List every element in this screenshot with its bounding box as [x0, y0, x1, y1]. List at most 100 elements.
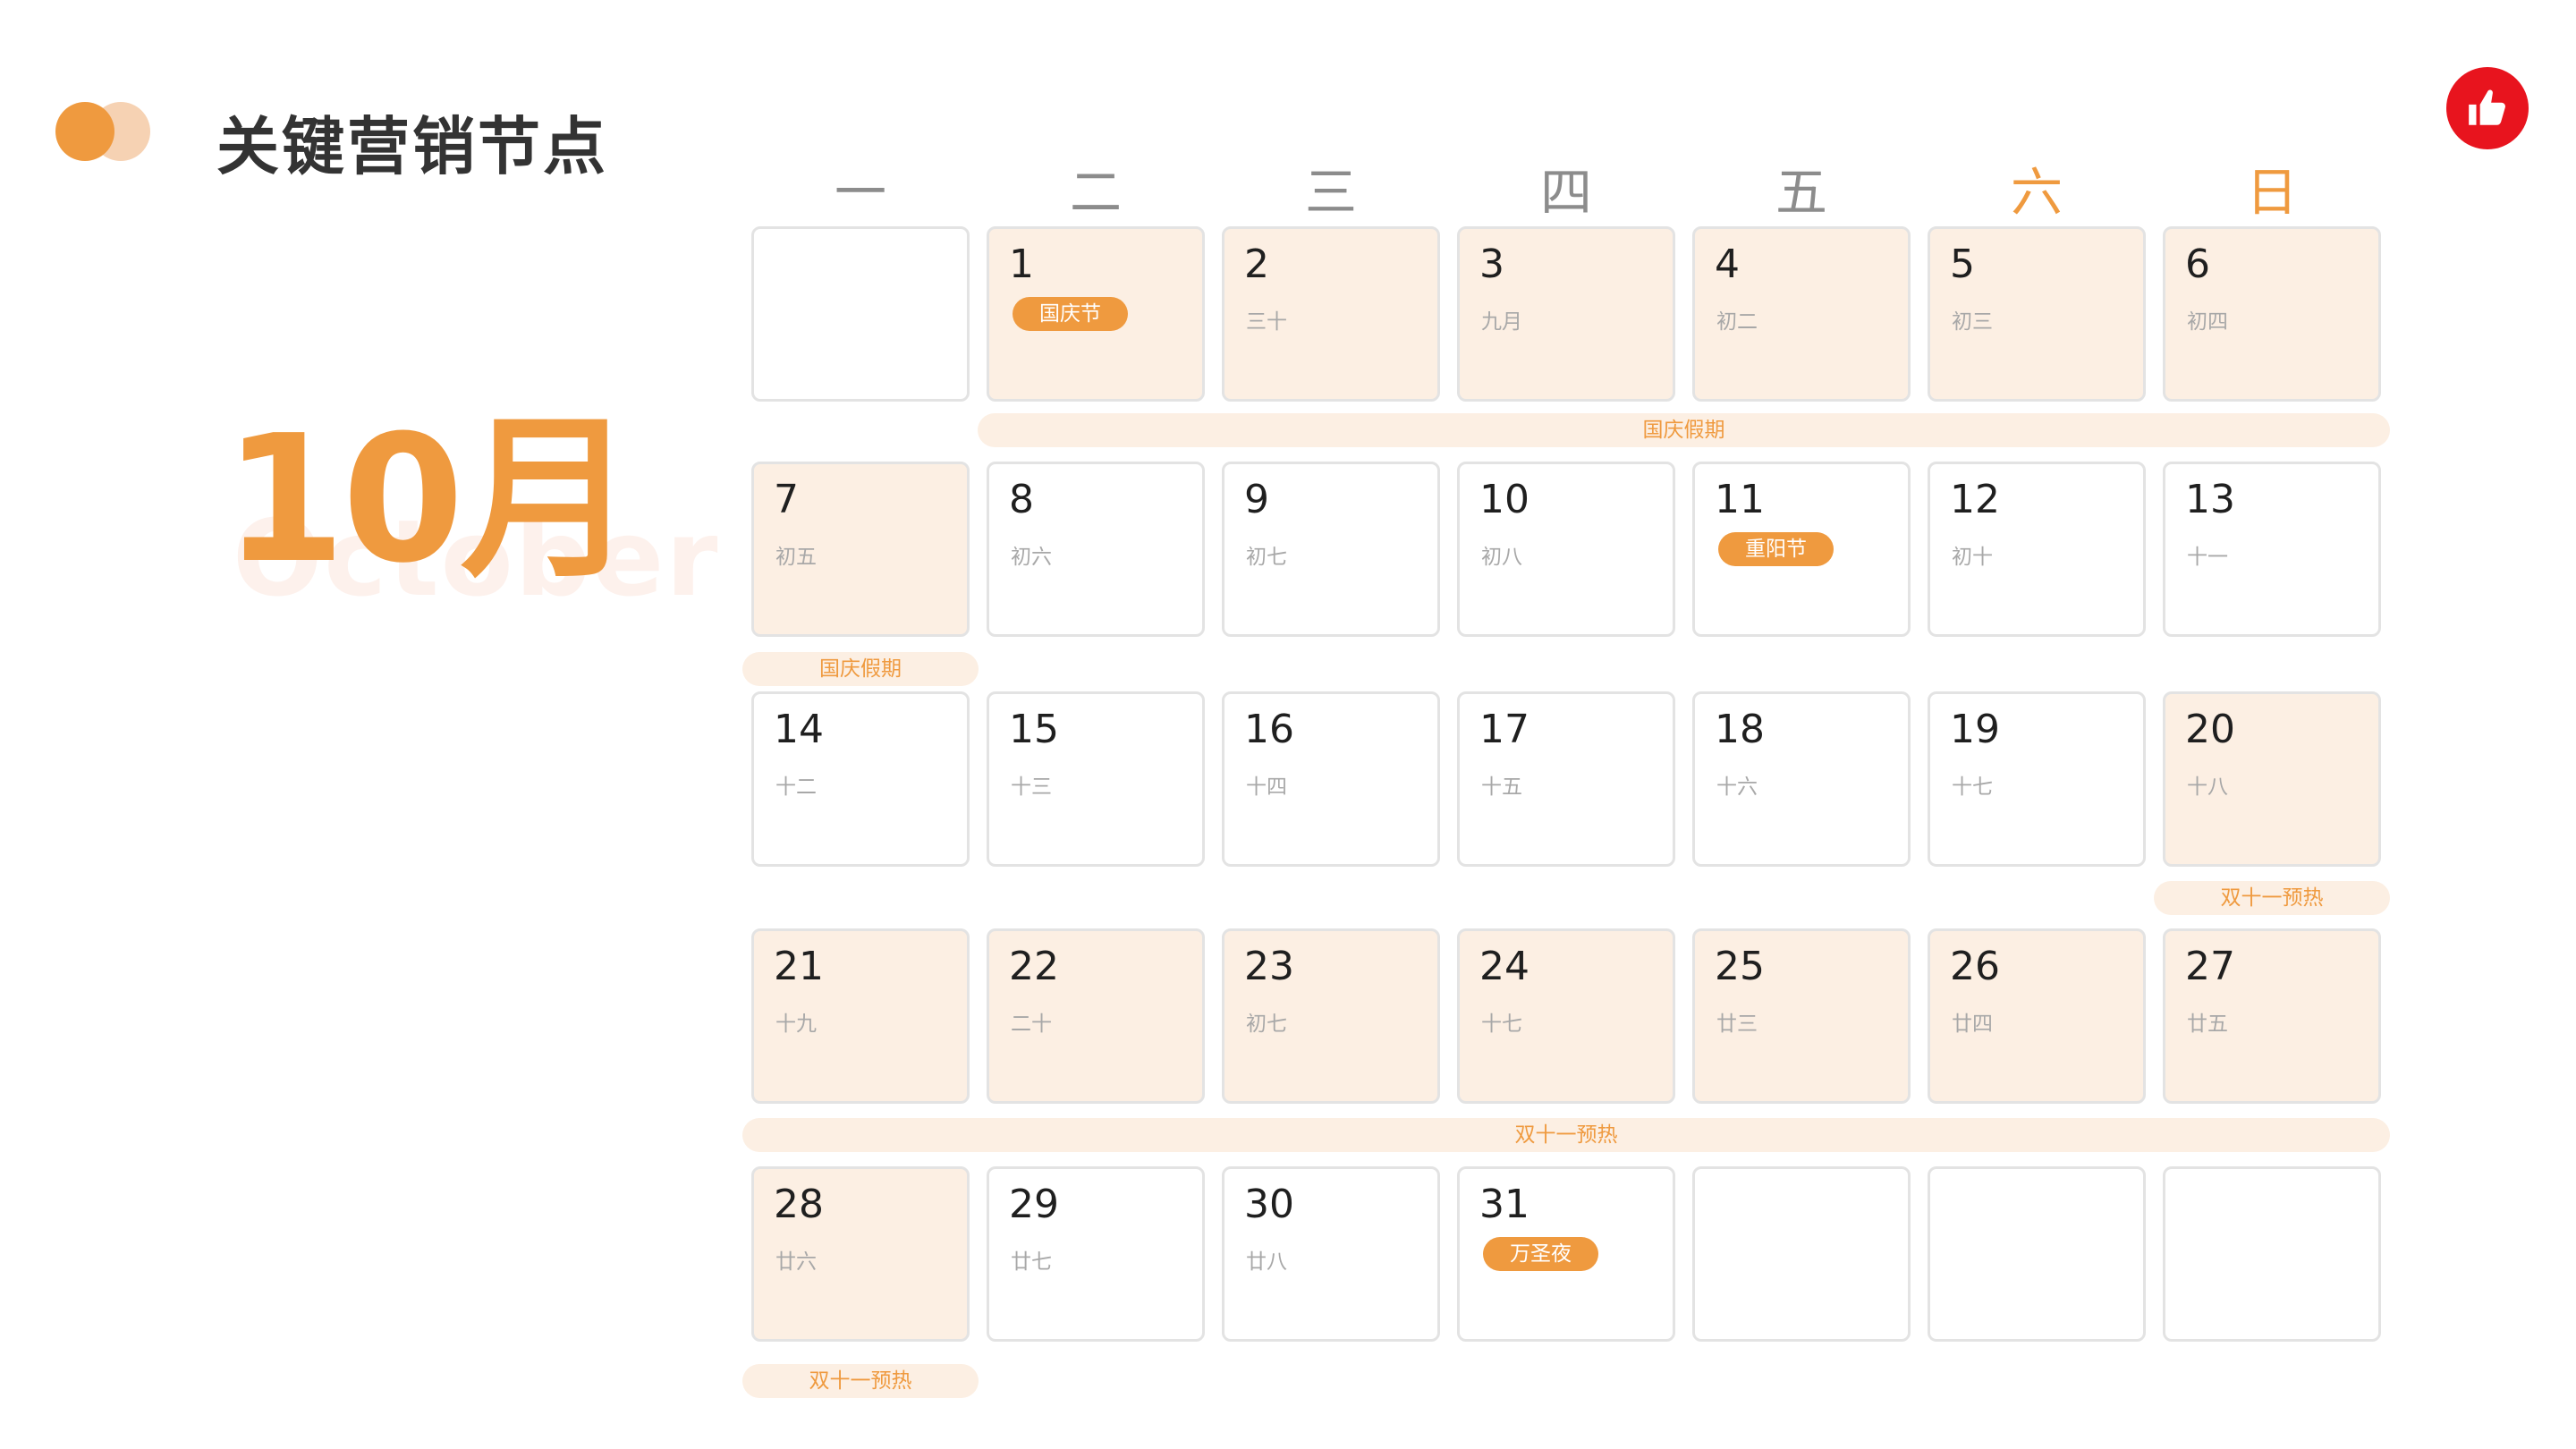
- lunar-date: 廿七: [1011, 1250, 1052, 1274]
- day-cell-28[interactable]: 28 廿六: [751, 1166, 970, 1342]
- page-title: 关键营销节点: [216, 110, 608, 183]
- day-cell-10[interactable]: 10 初八: [1457, 462, 1675, 637]
- day-cell-3[interactable]: 3 九月: [1457, 226, 1675, 402]
- lunar-date: 十七: [1481, 1013, 1522, 1036]
- lunar-date: 初三: [1952, 310, 1993, 334]
- day-number: 6: [2185, 242, 2210, 287]
- day-cell-12[interactable]: 12 初十: [1928, 462, 2146, 637]
- day-number: 30: [1244, 1182, 1294, 1227]
- event-band: 国庆假期: [978, 413, 2390, 447]
- lunar-date: 十七: [1952, 775, 1993, 799]
- day-number: 27: [2185, 944, 2235, 989]
- day-number: 3: [1479, 242, 1504, 287]
- lunar-date: 十五: [1481, 775, 1522, 799]
- weekday-5: 五: [1775, 162, 1827, 223]
- day-number: 10: [1479, 477, 1530, 522]
- day-number: 22: [1009, 944, 1059, 989]
- lunar-date: 初二: [1716, 310, 1758, 334]
- day-cell-31[interactable]: 31 万圣夜: [1457, 1166, 1675, 1342]
- thumbs-up-icon: [2469, 89, 2505, 125]
- event-band: 双十一预热: [2154, 881, 2390, 915]
- day-number: 1: [1009, 242, 1034, 287]
- day-cell-13[interactable]: 13 十一: [2163, 462, 2381, 637]
- day-number: 18: [1715, 707, 1765, 752]
- day-cell-18[interactable]: 18 十六: [1692, 691, 1911, 867]
- day-number: 26: [1950, 944, 2000, 989]
- day-cell-5[interactable]: 5 初三: [1928, 226, 2146, 402]
- lunar-date: 十四: [1246, 775, 1287, 799]
- empty-cell[interactable]: [2163, 1166, 2381, 1342]
- logo-dots: [55, 102, 154, 165]
- lunar-date: 十九: [775, 1013, 817, 1036]
- day-cell-20[interactable]: 20 十八: [2163, 691, 2381, 867]
- festival-tag: 重阳节: [1718, 532, 1834, 566]
- festival-tag: 国庆节: [1013, 297, 1128, 331]
- empty-cell[interactable]: [1928, 1166, 2146, 1342]
- day-cell-4[interactable]: 4 初二: [1692, 226, 1911, 402]
- weekday-1: 一: [834, 162, 886, 223]
- lunar-date: 初十: [1952, 546, 1993, 569]
- day-number: 25: [1715, 944, 1765, 989]
- day-cell-26[interactable]: 26 廿四: [1928, 928, 2146, 1104]
- day-cell-8[interactable]: 8 初六: [987, 462, 1205, 637]
- lunar-date: 廿三: [1716, 1013, 1758, 1036]
- day-cell-23[interactable]: 23 初七: [1222, 928, 1440, 1104]
- day-cell-25[interactable]: 25 廿三: [1692, 928, 1911, 1104]
- empty-cell[interactable]: [1692, 1166, 1911, 1342]
- day-number: 31: [1479, 1182, 1530, 1227]
- day-number: 9: [1244, 477, 1269, 522]
- day-cell-19[interactable]: 19 十七: [1928, 691, 2146, 867]
- day-number: 16: [1244, 707, 1294, 752]
- day-cell-17[interactable]: 17 十五: [1457, 691, 1675, 867]
- lunar-date: 初七: [1246, 546, 1287, 569]
- day-number: 21: [774, 944, 824, 989]
- empty-cell[interactable]: [751, 226, 970, 402]
- weekday-4: 四: [1539, 162, 1592, 223]
- day-cell-6[interactable]: 6 初四: [2163, 226, 2381, 402]
- day-cell-2[interactable]: 2 三十: [1222, 226, 1440, 402]
- month-label: 10月: [224, 398, 636, 602]
- lunar-date: 初四: [2187, 310, 2228, 334]
- day-cell-22[interactable]: 22 二十: [987, 928, 1205, 1104]
- day-cell-15[interactable]: 15 十三: [987, 691, 1205, 867]
- day-number: 8: [1009, 477, 1034, 522]
- day-number: 29: [1009, 1182, 1059, 1227]
- lunar-date: 初五: [775, 546, 817, 569]
- lunar-date: 廿五: [2187, 1013, 2228, 1036]
- day-number: 19: [1950, 707, 2000, 752]
- day-number: 14: [774, 707, 824, 752]
- weekday-3: 三: [1304, 162, 1357, 223]
- day-cell-27[interactable]: 27 廿五: [2163, 928, 2381, 1104]
- logo-dot-orange: [55, 102, 114, 161]
- lunar-date: 初八: [1481, 546, 1522, 569]
- day-cell-21[interactable]: 21 十九: [751, 928, 970, 1104]
- day-number: 2: [1244, 242, 1269, 287]
- day-number: 13: [2185, 477, 2235, 522]
- day-number: 11: [1715, 477, 1765, 522]
- day-cell-1[interactable]: 1 国庆节: [987, 226, 1205, 402]
- day-cell-7[interactable]: 7 初五: [751, 462, 970, 637]
- lunar-date: 廿四: [1952, 1013, 1993, 1036]
- day-number: 20: [2185, 707, 2235, 752]
- weekday-6: 六: [2010, 162, 2063, 223]
- day-number: 4: [1715, 242, 1740, 287]
- day-number: 24: [1479, 944, 1530, 989]
- event-band: 国庆假期: [742, 652, 979, 686]
- lunar-date: 十六: [1716, 775, 1758, 799]
- day-cell-14[interactable]: 14 十二: [751, 691, 970, 867]
- lunar-date: 十一: [2187, 546, 2228, 569]
- lunar-date: 初六: [1011, 546, 1052, 569]
- day-cell-11[interactable]: 11 重阳节: [1692, 462, 1911, 637]
- lunar-date: 十八: [2187, 775, 2228, 799]
- day-cell-30[interactable]: 30 廿八: [1222, 1166, 1440, 1342]
- thumbs-up-badge: [2446, 67, 2529, 149]
- day-cell-9[interactable]: 9 初七: [1222, 462, 1440, 637]
- day-cell-24[interactable]: 24 十七: [1457, 928, 1675, 1104]
- day-cell-29[interactable]: 29 廿七: [987, 1166, 1205, 1342]
- event-band: 双十一预热: [742, 1118, 2390, 1152]
- lunar-date: 三十: [1246, 310, 1287, 334]
- day-cell-16[interactable]: 16 十四: [1222, 691, 1440, 867]
- lunar-date: 十三: [1011, 775, 1052, 799]
- day-number: 15: [1009, 707, 1059, 752]
- weekday-2: 二: [1069, 162, 1122, 223]
